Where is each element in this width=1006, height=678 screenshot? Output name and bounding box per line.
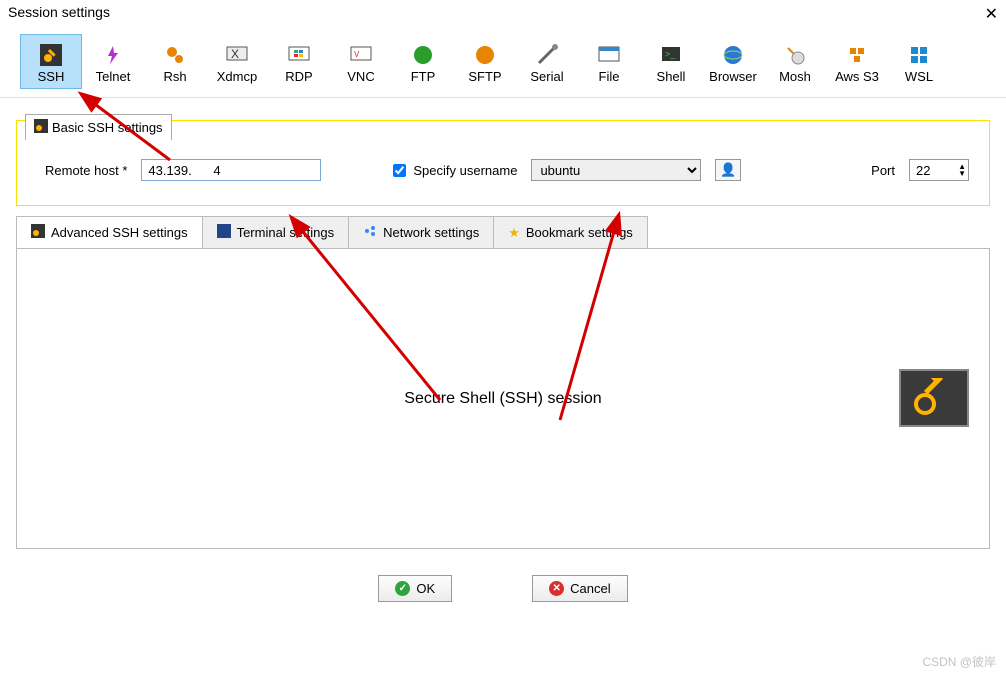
specify-username-check[interactable]: [393, 164, 406, 177]
basic-ssh-panel: Basic SSH settings Remote host * Specify…: [16, 120, 990, 206]
session-label: Rsh: [145, 69, 205, 84]
session-serial[interactable]: Serial: [516, 34, 578, 89]
session-xdmcp[interactable]: X Xdmcp: [206, 34, 268, 89]
session-type-row: SSH Telnet Rsh X Xdmcp RDP V VNC FTP SFT…: [0, 24, 1006, 97]
session-shell[interactable]: >_ Shell: [640, 34, 702, 89]
user-icon: 👤: [720, 162, 736, 178]
session-label: FTP: [393, 69, 453, 84]
tab-advanced-ssh[interactable]: Advanced SSH settings: [16, 216, 203, 248]
session-label: Telnet: [83, 69, 143, 84]
session-sftp[interactable]: SFTP: [454, 34, 516, 89]
username-select[interactable]: ubuntu: [531, 159, 701, 181]
session-wsl[interactable]: WSL: [888, 34, 950, 89]
cubes-icon: [827, 41, 887, 69]
session-mosh[interactable]: Mosh: [764, 34, 826, 89]
terminal-small-icon: [217, 224, 231, 241]
svg-text:X: X: [231, 47, 239, 61]
large-key-icon: [911, 378, 957, 418]
session-label: WSL: [889, 69, 949, 84]
session-rdp[interactable]: RDP: [268, 34, 330, 89]
monitor-vnc-icon: V: [331, 41, 391, 69]
divider: [0, 97, 1006, 98]
session-file[interactable]: File: [578, 34, 640, 89]
content-title: Secure Shell (SSH) session: [404, 390, 601, 408]
session-vnc[interactable]: V VNC: [330, 34, 392, 89]
basic-ssh-tab[interactable]: Basic SSH settings: [25, 114, 172, 140]
dialog-buttons: ✓ OK ✕ Cancel: [0, 575, 1006, 602]
session-label: Mosh: [765, 69, 825, 84]
key-icon: [21, 41, 81, 69]
ok-button[interactable]: ✓ OK: [378, 575, 452, 602]
star-icon: ★: [508, 225, 520, 241]
tab-bookmark[interactable]: ★ Bookmark settings: [493, 216, 648, 248]
session-browser[interactable]: Browser: [702, 34, 764, 89]
port-spinner[interactable]: ▲▼: [958, 163, 966, 177]
monitor-x-icon: X: [207, 41, 267, 69]
file-browser-icon: [579, 41, 639, 69]
session-ssh[interactable]: SSH: [20, 34, 82, 89]
session-label: SFTP: [455, 69, 515, 84]
user-picker-button[interactable]: 👤: [715, 159, 741, 181]
settings-tabs: Advanced SSH settings Terminal settings …: [16, 216, 990, 249]
basic-tab-label: Basic SSH settings: [52, 120, 163, 135]
globe-blue-icon: [703, 41, 763, 69]
specify-username-label: Specify username: [413, 163, 517, 178]
session-label: File: [579, 69, 639, 84]
session-label: Xdmcp: [207, 69, 267, 84]
lightning-icon: [83, 41, 143, 69]
tab-label: Advanced SSH settings: [51, 225, 188, 240]
tab-label: Bookmark settings: [526, 225, 633, 240]
port-input[interactable]: 22 ▲▼: [909, 159, 969, 181]
cable-icon: [517, 41, 577, 69]
globe-orange-icon: [455, 41, 515, 69]
content-panel: Secure Shell (SSH) session: [16, 249, 990, 549]
port-label: Port: [871, 163, 895, 178]
tab-network[interactable]: Network settings: [348, 216, 494, 248]
tab-label: Network settings: [383, 225, 479, 240]
session-label: Browser: [703, 69, 763, 84]
session-awss3[interactable]: Aws S3: [826, 34, 888, 89]
key-small-icon: [31, 224, 45, 241]
monitor-win-icon: [269, 41, 329, 69]
port-value: 22: [916, 163, 930, 178]
session-label: Serial: [517, 69, 577, 84]
session-label: VNC: [331, 69, 391, 84]
cross-icon: ✕: [549, 581, 564, 596]
ssh-key-graphic: [899, 369, 969, 427]
remote-host-label: Remote host *: [45, 163, 127, 178]
session-rsh[interactable]: Rsh: [144, 34, 206, 89]
ok-label: OK: [416, 581, 435, 596]
gears-icon: [145, 41, 205, 69]
session-label: SSH: [21, 69, 81, 84]
cancel-label: Cancel: [570, 581, 610, 596]
key-small-icon: [34, 119, 48, 136]
watermark: CSDN @彼岸: [922, 653, 996, 670]
window-title: Session settings: [8, 4, 110, 24]
session-telnet[interactable]: Telnet: [82, 34, 144, 89]
check-icon: ✓: [395, 581, 410, 596]
specify-username-checkbox[interactable]: Specify username: [389, 161, 517, 180]
globe-green-icon: [393, 41, 453, 69]
session-label: Aws S3: [827, 69, 887, 84]
tab-terminal[interactable]: Terminal settings: [202, 216, 350, 248]
remote-host-input[interactable]: [141, 159, 321, 181]
windows-icon: [889, 41, 949, 69]
session-ftp[interactable]: FTP: [392, 34, 454, 89]
satellite-icon: [765, 41, 825, 69]
cancel-button[interactable]: ✕ Cancel: [532, 575, 627, 602]
tab-label: Terminal settings: [237, 225, 335, 240]
terminal-icon: >_: [641, 41, 701, 69]
svg-text:>_: >_: [665, 49, 676, 59]
svg-text:V: V: [354, 50, 360, 59]
session-label: RDP: [269, 69, 329, 84]
close-button[interactable]: ✕: [985, 4, 998, 24]
session-label: Shell: [641, 69, 701, 84]
network-icon: [363, 224, 377, 241]
